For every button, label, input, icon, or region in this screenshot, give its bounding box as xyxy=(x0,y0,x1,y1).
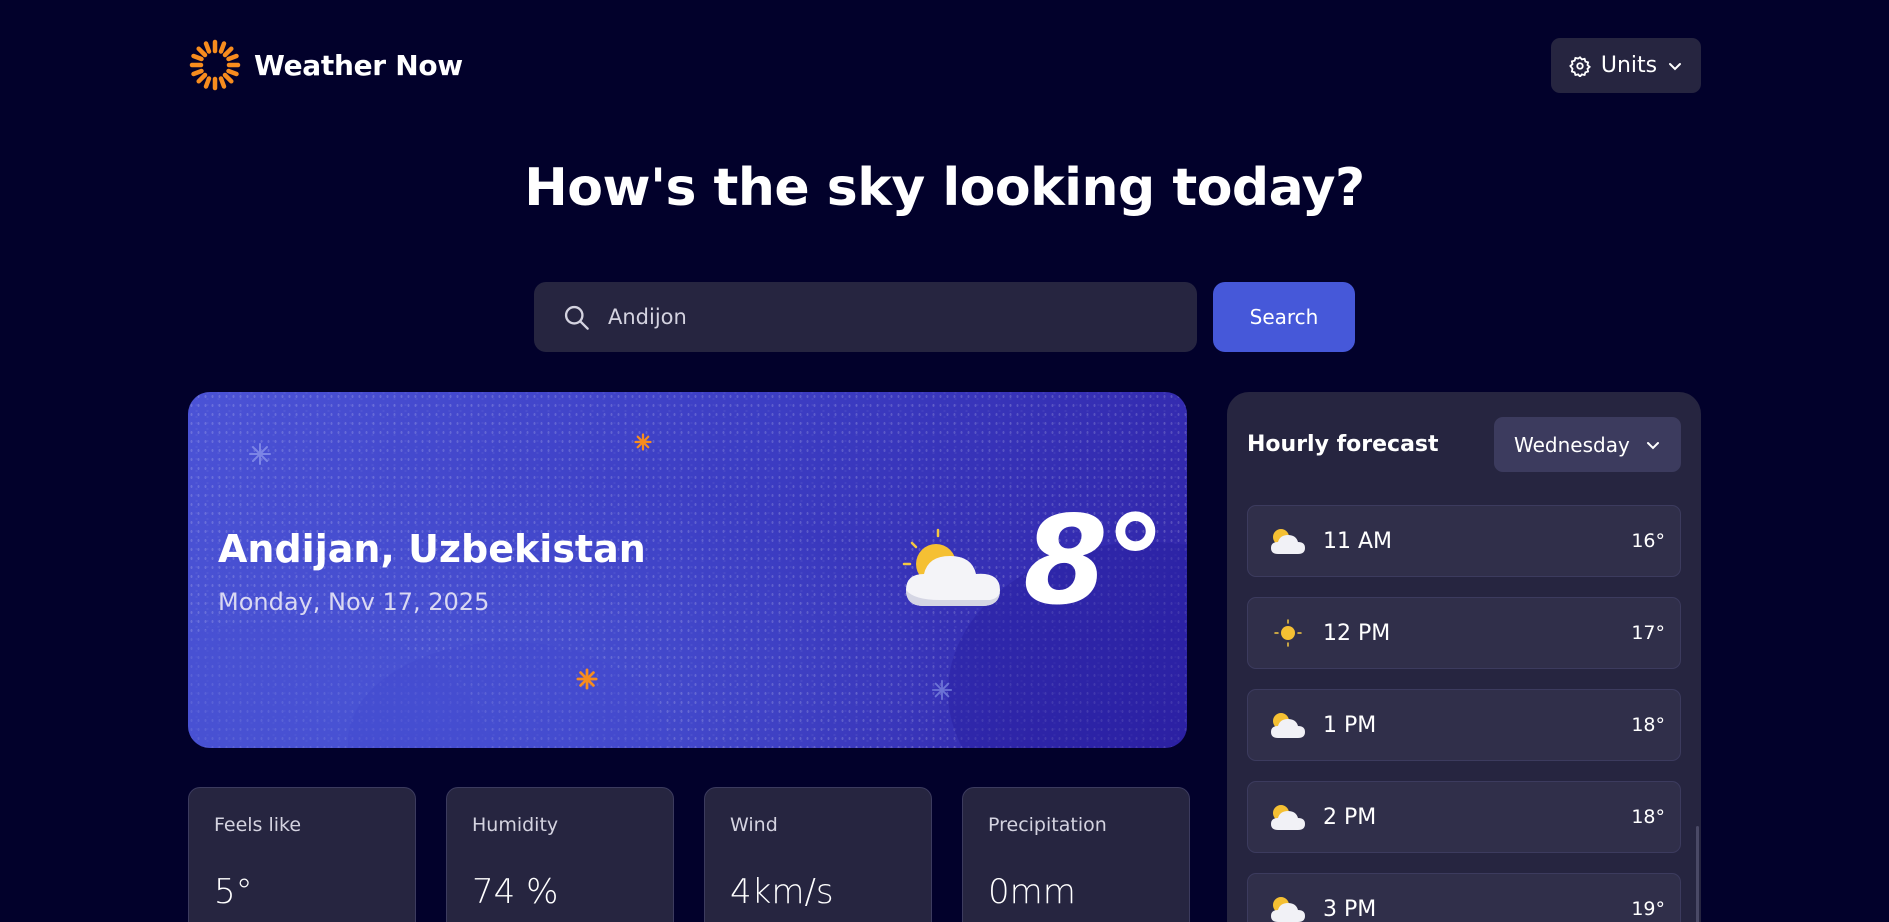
hour-row: 1 PM 18° xyxy=(1247,689,1681,761)
stat-value: 4km/s xyxy=(730,872,834,912)
hour-row: 12 PM 17° xyxy=(1247,597,1681,669)
hour-list: 11 AM 16° 12 PM 17° 1 PM 18° 2 PM 18° 3 … xyxy=(1247,505,1681,922)
hour-row: 2 PM 18° xyxy=(1247,781,1681,853)
partly-cloudy-icon xyxy=(1271,805,1305,830)
hourly-title: Hourly forecast xyxy=(1247,432,1439,457)
hour-row: 3 PM 19° xyxy=(1247,873,1681,922)
sun-icon xyxy=(1274,619,1302,647)
stat-card-wind: Wind 4km/s xyxy=(704,787,932,922)
stat-value: 5° xyxy=(214,872,253,912)
hour-temp: 18° xyxy=(1631,714,1665,736)
hour-row: 11 AM 16° xyxy=(1247,505,1681,577)
star-decoration-icon xyxy=(576,668,598,690)
star-decoration-icon xyxy=(249,443,271,465)
stat-value: 0mm xyxy=(988,872,1076,912)
stat-card-feels-like: Feels like 5° xyxy=(188,787,416,922)
hour-temp: 18° xyxy=(1631,806,1665,828)
hour-temp: 19° xyxy=(1631,898,1665,920)
hour-time: 12 PM xyxy=(1323,620,1391,646)
chevron-down-icon xyxy=(1647,441,1659,449)
location-name: Andijan, Uzbekistan xyxy=(218,527,646,571)
partly-cloudy-icon xyxy=(1271,529,1305,554)
gear-icon xyxy=(1568,55,1591,77)
day-select[interactable]: Wednesday xyxy=(1494,417,1681,472)
current-temperature: 8° xyxy=(1023,490,1166,632)
hour-time: 1 PM xyxy=(1323,712,1377,738)
logo[interactable]: Weather Now xyxy=(188,38,463,92)
units-label: Units xyxy=(1600,53,1658,78)
stat-value: 74 % xyxy=(472,872,559,912)
hour-temp: 17° xyxy=(1631,622,1665,644)
scrollbar[interactable] xyxy=(1696,826,1699,922)
search-input[interactable] xyxy=(608,305,1168,329)
search-icon xyxy=(564,305,589,330)
star-decoration-icon xyxy=(634,433,652,451)
partly-cloudy-icon xyxy=(902,528,1000,606)
partly-cloudy-icon xyxy=(1271,713,1305,738)
hour-temp: 16° xyxy=(1631,530,1665,552)
hour-time: 2 PM xyxy=(1323,804,1377,830)
stat-label: Humidity xyxy=(472,814,559,836)
hour-time: 3 PM xyxy=(1323,896,1377,922)
stat-card-humidity: Humidity 74 % xyxy=(446,787,674,922)
hour-time: 11 AM xyxy=(1323,528,1393,554)
units-button[interactable]: Units xyxy=(1551,38,1701,93)
current-weather-card: Andijan, Uzbekistan Monday, Nov 17, 2025… xyxy=(188,392,1187,748)
search-bar: Search xyxy=(534,282,1355,352)
stat-label: Precipitation xyxy=(988,814,1107,836)
partly-cloudy-icon xyxy=(1271,897,1305,922)
page-title: How's the sky looking today? xyxy=(524,158,1365,218)
sun-icon xyxy=(189,39,241,91)
top-bar: Weather Now Units xyxy=(188,38,1701,94)
logo-text: Weather Now xyxy=(254,48,463,82)
search-field[interactable] xyxy=(534,282,1197,352)
day-select-value: Wednesday xyxy=(1514,432,1630,457)
current-date: Monday, Nov 17, 2025 xyxy=(218,588,490,616)
hourly-forecast-panel: Hourly forecast Wednesday 11 AM 16° 12 P… xyxy=(1227,392,1701,922)
stat-card-precipitation: Precipitation 0mm xyxy=(962,787,1190,922)
stat-label: Wind xyxy=(730,814,778,836)
search-button[interactable]: Search xyxy=(1213,282,1355,352)
star-decoration-icon xyxy=(931,679,953,701)
stat-label: Feels like xyxy=(214,814,302,836)
hourly-header: Hourly forecast Wednesday xyxy=(1247,417,1681,472)
weather-stats: Feels like 5° Humidity 74 % Wind 4km/s P… xyxy=(188,787,1190,922)
chevron-down-icon xyxy=(1669,62,1682,70)
